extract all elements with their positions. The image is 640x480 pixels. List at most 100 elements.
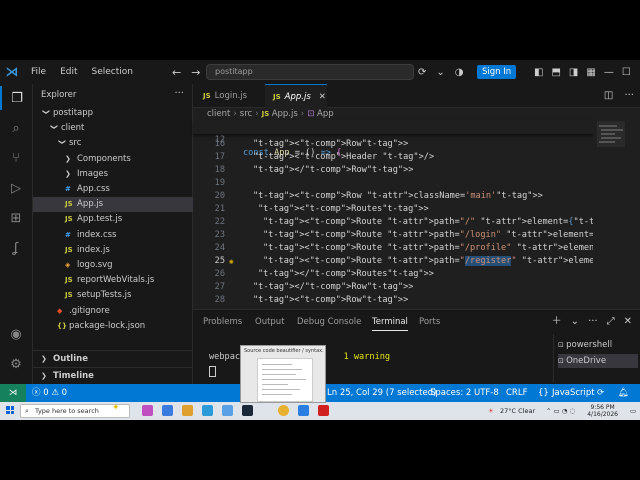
code-line[interactable]: 23 "t-tag"><"t-comp">Route "t-attr">path=… (193, 229, 640, 242)
taskbar-clock[interactable]: 9:56 PM 4/16/2026 (587, 404, 618, 418)
file-tree-item[interactable]: ❯ Images (33, 167, 193, 182)
recorder-icon[interactable] (318, 405, 329, 416)
chevron-down-icon[interactable]: ⌄ (436, 67, 444, 78)
file-tree-item[interactable]: JS reportWebVitals.js (33, 273, 193, 288)
file-tree-item[interactable]: # App.css (33, 182, 193, 197)
file-tree-item[interactable]: # index.css (33, 228, 193, 243)
new-terminal-icon[interactable]: ＋ (552, 314, 562, 330)
language-mode[interactable]: JavaScript (552, 384, 595, 402)
file-tree-item[interactable]: ◈ logo.svg (33, 258, 193, 273)
lightbulb-icon[interactable]: ✺ (229, 255, 234, 268)
close-tab-icon[interactable]: ✕ (319, 92, 326, 102)
code-line[interactable]: 16 "t-tag"><"t-comp">Row"t-tag">> (193, 138, 593, 151)
tab-app-js[interactable]: JS App.js ✕ (265, 84, 327, 108)
extensions-icon[interactable]: ⊞ (0, 206, 32, 230)
tab-output[interactable]: Output (255, 314, 285, 330)
breadcrumb-src[interactable]: src (240, 109, 252, 119)
python-icon[interactable]: ʆ (0, 236, 32, 260)
code-line[interactable]: 24 "t-tag"><"t-comp">Route "t-attr">path=… (193, 242, 640, 255)
code-line[interactable]: 21 "t-tag"><"t-comp">Routes"t-tag">> (193, 203, 593, 216)
terminal-onedrive[interactable]: ⊡ OneDrive (558, 354, 638, 368)
breadcrumb-client[interactable]: client (207, 109, 230, 119)
search-icon[interactable]: ⌕ (0, 116, 32, 140)
app-icon[interactable] (142, 405, 153, 416)
file-tree-item[interactable]: JS App.js (33, 197, 193, 213)
code-line[interactable]: 28 "t-tag"><"t-comp">Row"t-tag">> (193, 294, 593, 307)
line-ending[interactable]: CRLF (506, 384, 527, 402)
code-line[interactable]: 27 "t-tag"></"t-comp">Row"t-tag">> (193, 281, 593, 294)
edge-icon[interactable] (162, 405, 173, 416)
windows-start-icon[interactable] (6, 406, 14, 414)
vscode-taskbar-icon[interactable] (298, 405, 309, 416)
file-tree-item[interactable]: ❯ client (33, 121, 193, 136)
split-editor-icon[interactable]: ◫ (604, 90, 613, 101)
tab-login-js[interactable]: JS Login.js (195, 84, 265, 108)
problems-status[interactable]: ⓧ 0 ⚠ 0 (32, 384, 67, 402)
indentation[interactable]: Spaces: 2 (430, 384, 471, 402)
manage-gear-icon[interactable]: ⚙ (0, 352, 32, 376)
app-icon[interactable] (222, 405, 233, 416)
menu-edit[interactable]: Edit (53, 60, 84, 84)
cursor-position[interactable]: Ln 25, Col 29 (7 selected) (327, 384, 436, 402)
copilot-status-icon[interactable]: ⟳ (597, 384, 604, 402)
file-tree-item[interactable]: ◆ .gitignore (33, 304, 193, 319)
toggle-panel-icon[interactable]: ⬒ (551, 67, 560, 78)
chevron-down-icon[interactable]: ⌄ (571, 314, 579, 330)
minimize-icon[interactable]: — (604, 67, 614, 78)
breadcrumb-symbol[interactable]: App (317, 109, 334, 119)
code-line[interactable]: 22 "t-tag"><"t-comp">Route "t-attr">path=… (193, 216, 640, 229)
steam-icon[interactable] (242, 405, 253, 416)
timeline-section[interactable]: ❯ Timeline (33, 367, 193, 385)
maximize-icon[interactable]: ☐ (622, 67, 631, 78)
more-actions-icon[interactable]: ··· (624, 90, 634, 101)
account-icon[interactable]: ◉ (0, 322, 32, 346)
tab-ports[interactable]: Ports (419, 314, 440, 330)
file-tree-item[interactable]: ❯ postitapp (33, 106, 193, 121)
file-tree-item[interactable]: JS index.js (33, 243, 193, 258)
back-arrow-icon[interactable]: ← (172, 66, 181, 79)
copilot-app-icon[interactable]: ✦ (112, 403, 123, 414)
more-actions-icon[interactable]: ··· (588, 314, 598, 330)
file-tree-item[interactable]: ❯ Components (33, 152, 193, 167)
sticky-scroll-line[interactable]: 12 const App = () => { (193, 121, 593, 158)
taskbar-preview-popup[interactable]: Source code beautifier / syntax... (240, 345, 326, 403)
explorer-icon[interactable]: ❐ (0, 86, 32, 110)
remote-indicator-icon[interactable]: ⋊ (0, 384, 26, 402)
toggle-sidebar-icon[interactable]: ◧ (534, 67, 543, 78)
sign-in-button[interactable]: Sign In (477, 65, 517, 79)
code-line[interactable]: 25 ✺ "t-tag"><"t-comp">Route "t-attr">path… (193, 255, 640, 268)
outline-section[interactable]: ❯ Outline (33, 350, 193, 368)
file-tree-item[interactable]: JS App.test.js (33, 212, 193, 227)
file-tree-item[interactable]: {} package-lock.json (33, 319, 193, 334)
file-tree-item[interactable]: JS setupTests.js (33, 288, 193, 303)
maximize-panel-icon[interactable]: ⤢ (607, 314, 615, 330)
file-tree-item[interactable]: ❯ src (33, 136, 193, 151)
store-icon[interactable] (202, 405, 213, 416)
code-line[interactable]: 19 (193, 177, 593, 190)
close-panel-icon[interactable]: ✕ (624, 314, 632, 330)
terminal-powershell[interactable]: ⊡ powershell (558, 338, 638, 352)
encoding[interactable]: UTF-8 (474, 384, 499, 402)
customize-layout-icon[interactable]: ▦ (586, 67, 595, 78)
accounts-icon[interactable]: ◑ (455, 67, 464, 78)
code-line[interactable]: 20 "t-tag"><"t-comp">Row "t-attr">classNa… (193, 190, 593, 203)
toggle-secondary-sidebar-icon[interactable]: ◨ (569, 67, 578, 78)
tab-debug-console[interactable]: Debug Console (297, 314, 361, 330)
code-line[interactable]: 26 "t-tag"></"t-comp">Routes"t-tag">> (193, 268, 593, 281)
code-line[interactable]: 18 "t-tag"></"t-comp">Row"t-tag">> (193, 164, 593, 177)
run-debug-icon[interactable]: ▷ (0, 176, 32, 200)
copilot-icon[interactable]: ⟳ (418, 67, 426, 78)
notifications-icon[interactable]: ▭ (630, 402, 636, 420)
more-actions-icon[interactable]: ··· (174, 88, 184, 99)
file-explorer-icon[interactable] (182, 405, 193, 416)
chrome-icon[interactable] (278, 405, 289, 416)
system-tray-icons[interactable]: ⌃ ▭ ◔ ◌ (546, 402, 575, 420)
forward-arrow-icon[interactable]: → (191, 66, 200, 79)
menu-file[interactable]: File (24, 60, 53, 84)
tab-terminal[interactable]: Terminal (372, 314, 408, 331)
command-center-search[interactable]: postitapp (206, 64, 414, 80)
code-line[interactable]: 17 "t-tag"><"t-comp">Header "t-tag">/> (193, 151, 593, 164)
tab-problems[interactable]: Problems (203, 314, 242, 330)
breadcrumb-file[interactable]: App.js (272, 109, 298, 119)
source-control-icon[interactable]: ⑂ (0, 146, 32, 170)
